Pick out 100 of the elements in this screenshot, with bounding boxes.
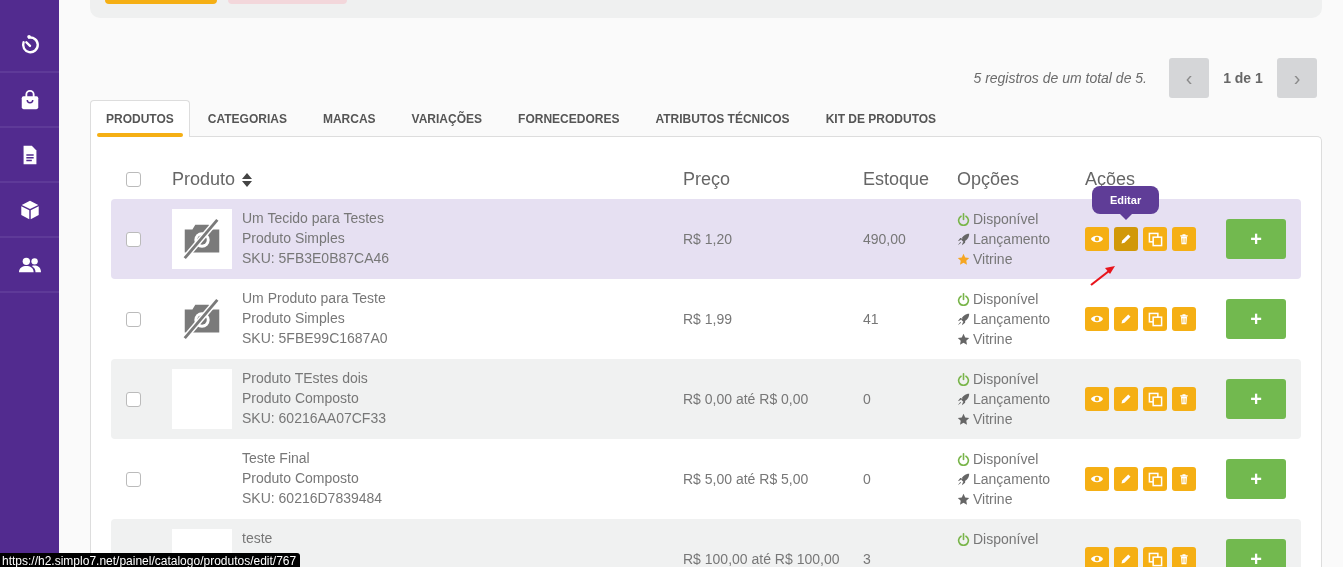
tab[interactable]: MARCAS (304, 100, 394, 137)
power-icon (957, 372, 970, 386)
stock-cell-text: 0 (863, 471, 872, 487)
add-button[interactable]: + (1226, 299, 1286, 339)
view-button[interactable] (1085, 227, 1109, 251)
annotation-arrow (1089, 263, 1117, 287)
product-name[interactable]: Produto TEstes dois (242, 370, 683, 386)
pagination-summary: 5 registros de um total de 5. (973, 70, 1147, 86)
stock-cell-text: 490,00 (863, 231, 907, 247)
product-name[interactable]: Um Tecido para Testes (242, 210, 683, 226)
edit-button[interactable] (1114, 387, 1138, 411)
option-label: Disponível (973, 211, 1039, 227)
column-header: Preço (683, 168, 731, 189)
rocket-icon (957, 232, 970, 246)
product-sku: SKU: 5FB3E0B87CA46 (242, 250, 391, 266)
cube-icon (18, 198, 41, 221)
power-icon (957, 532, 970, 546)
delete-button[interactable] (1172, 547, 1196, 567)
column-header: Opções (957, 168, 1020, 189)
edit-button[interactable] (1114, 547, 1138, 567)
tab[interactable]: KIT DE PRODUTOS (807, 100, 955, 137)
delete-button[interactable] (1172, 307, 1196, 331)
price-cell-text: R$ 0,00 até R$ 0,00 (683, 391, 810, 407)
tab[interactable]: CATEGORIAS (189, 100, 305, 137)
tab[interactable]: PRODUTOS (90, 100, 190, 137)
option-label: Disponível (973, 451, 1039, 467)
trash-icon (1178, 313, 1190, 325)
rocket-icon (957, 392, 970, 406)
stock-cell-text: 0 (863, 391, 872, 407)
power-icon (957, 212, 970, 226)
view-button[interactable] (1085, 307, 1109, 331)
duplicate-button[interactable] (1143, 467, 1167, 491)
row-checkbox[interactable] (126, 311, 141, 327)
view-button[interactable] (1085, 547, 1109, 567)
star-icon[interactable] (957, 332, 970, 346)
rocket-icon (957, 312, 970, 326)
save-button[interactable] (105, 0, 217, 4)
sort-icon[interactable] (241, 171, 254, 188)
tab[interactable]: FORNECEDORES (500, 100, 638, 137)
option-label: Vitrine (973, 411, 1013, 427)
product-type: Produto Simples (242, 230, 346, 246)
option-label: Lançamento (973, 471, 1051, 487)
delete-button[interactable] (1172, 227, 1196, 251)
duplicate-button[interactable] (1143, 387, 1167, 411)
copy-icon (1147, 551, 1163, 567)
star-icon[interactable] (957, 492, 970, 506)
edit-button[interactable] (1114, 227, 1138, 251)
product-name[interactable]: Um Produto para Teste (242, 290, 683, 306)
view-button[interactable] (1085, 467, 1109, 491)
pencil-icon (1120, 553, 1132, 565)
copy-icon (1147, 231, 1163, 247)
option-label: Lançamento (973, 311, 1051, 327)
power-icon (957, 292, 970, 306)
duplicate-button[interactable] (1143, 227, 1167, 251)
page-indicator: 1 de 1 (1222, 70, 1264, 86)
delete-button[interactable] (1172, 387, 1196, 411)
row-checkbox[interactable] (126, 391, 141, 407)
star-icon[interactable] (957, 412, 970, 426)
tab[interactable]: VARIAÇÕES (393, 100, 501, 137)
column-header: Estoque (863, 168, 930, 189)
edit-button[interactable] (1114, 307, 1138, 331)
row-checkbox[interactable] (126, 231, 141, 247)
trash-icon (1178, 473, 1190, 485)
option-label: Lançamento (973, 391, 1051, 407)
price-cell-text: R$ 5,00 até R$ 5,00 (683, 471, 810, 487)
copy-icon (1147, 311, 1163, 327)
price-cell-text: R$ 1,99 (683, 311, 734, 327)
star-icon[interactable] (957, 252, 970, 266)
pencil-icon (1120, 233, 1132, 245)
add-button[interactable]: + (1226, 459, 1286, 499)
add-button[interactable]: + (1226, 379, 1286, 419)
delete-button[interactable] (1172, 467, 1196, 491)
option-label: Vitrine (973, 491, 1013, 507)
option-label: Disponível (973, 531, 1039, 547)
option-label: Disponível (973, 291, 1039, 307)
status-url: https://h2.simplo7.net/painel/catalogo/produtos/edit/767 (0, 553, 301, 567)
duplicate-button[interactable] (1143, 547, 1167, 567)
product-sku: SKU: 60216AA07CF33 (242, 410, 387, 426)
edit-button[interactable] (1114, 467, 1138, 491)
stock-cell-text: 41 (863, 311, 880, 327)
add-button[interactable]: + (1226, 219, 1286, 259)
duplicate-button[interactable] (1143, 307, 1167, 331)
product-sku: SKU: 5FBE99C1687A0 (242, 330, 389, 346)
product-type: Produto Composto (242, 390, 360, 406)
add-button[interactable]: + (1226, 539, 1286, 567)
power-icon (957, 452, 970, 466)
product-type: Produto Composto (242, 470, 360, 486)
pencil-icon (1120, 473, 1132, 485)
option-label: Disponível (973, 371, 1039, 387)
stock-cell-text: 3 (863, 551, 872, 567)
view-button[interactable] (1085, 387, 1109, 411)
column-header[interactable]: Produto (172, 168, 236, 189)
rocket-icon (957, 472, 970, 486)
tab[interactable]: ATRIBUTOS TÉCNICOS (637, 100, 808, 137)
row-checkbox[interactable] (126, 471, 141, 487)
product-name[interactable]: Teste Final (242, 450, 683, 466)
product-type: Produto Simples (242, 310, 346, 326)
pencil-icon (1120, 393, 1132, 405)
product-name[interactable]: teste (242, 530, 683, 546)
select-all-checkbox[interactable] (126, 171, 141, 187)
